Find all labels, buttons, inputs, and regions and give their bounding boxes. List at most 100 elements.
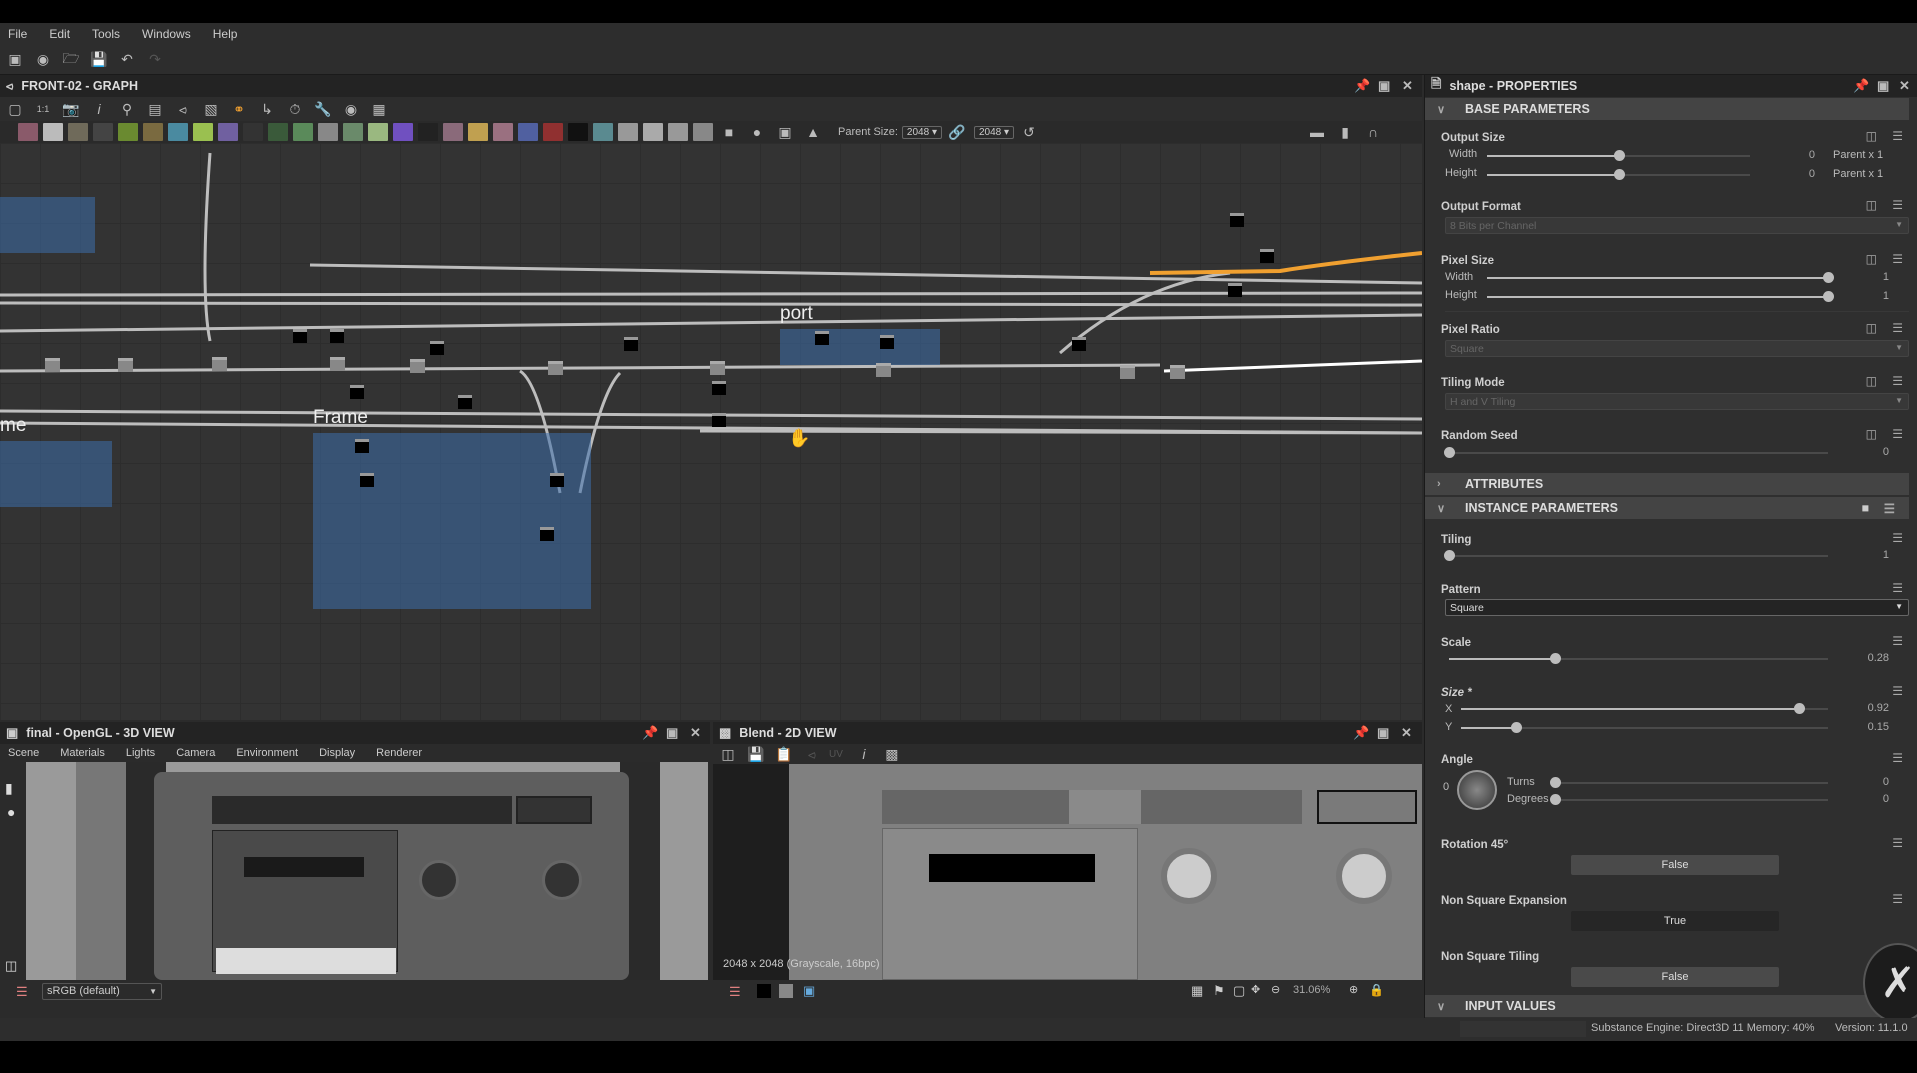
graph-node[interactable] bbox=[1170, 365, 1185, 379]
atomic-node-button[interactable] bbox=[418, 123, 438, 141]
graph-node[interactable] bbox=[712, 413, 726, 427]
navigation-icon[interactable]: ▲ bbox=[802, 121, 824, 143]
inheritance-icon[interactable]: ◫ bbox=[1866, 374, 1877, 388]
atomic-node-button[interactable] bbox=[293, 123, 313, 141]
light-bulb-icon[interactable]: ● bbox=[7, 804, 15, 820]
info-icon[interactable]: i bbox=[88, 98, 110, 120]
maximize-icon[interactable]: ▣ bbox=[1377, 725, 1389, 741]
atomic-node-button[interactable] bbox=[168, 123, 188, 141]
param-menu-icon[interactable]: ☰ bbox=[1892, 751, 1903, 765]
new-package-icon[interactable]: ▣ bbox=[4, 49, 26, 71]
tiling-value[interactable]: 1 bbox=[1849, 549, 1889, 561]
pivot-icon[interactable]: ⚑ bbox=[1213, 983, 1225, 999]
pixel-height-value[interactable]: 1 bbox=[1849, 290, 1889, 302]
pin-icon[interactable]: 📌 bbox=[1853, 78, 1869, 94]
atomic-node-button[interactable] bbox=[443, 123, 463, 141]
graph-node[interactable] bbox=[710, 361, 725, 375]
close-icon[interactable]: ✕ bbox=[1401, 725, 1412, 741]
pin-icon[interactable]: 📌 bbox=[642, 725, 658, 741]
param-menu-icon[interactable]: ☰ bbox=[1892, 836, 1903, 850]
menu-materials[interactable]: Materials bbox=[60, 747, 105, 759]
graph-node[interactable] bbox=[212, 357, 227, 371]
inheritance-icon[interactable]: ◫ bbox=[1866, 198, 1877, 212]
redo-icon[interactable]: ↷ bbox=[144, 49, 166, 71]
atomic-node-button[interactable] bbox=[18, 123, 38, 141]
graph-layout-icon[interactable]: ⪦ bbox=[172, 98, 194, 120]
slider-knob[interactable] bbox=[1823, 291, 1834, 302]
close-icon[interactable]: ✕ bbox=[690, 725, 701, 741]
histogram-icon[interactable]: ▩ bbox=[881, 743, 903, 765]
pattern-select[interactable]: Square ▼ bbox=[1445, 599, 1909, 616]
slider-knob[interactable] bbox=[1511, 722, 1523, 733]
timer-icon[interactable]: ⏱ bbox=[284, 98, 306, 120]
graph-node[interactable] bbox=[1260, 249, 1274, 263]
output-height-slider[interactable] bbox=[1487, 169, 1750, 180]
save-icon[interactable]: 💾 bbox=[88, 49, 110, 71]
param-menu-icon[interactable]: ☰ bbox=[1892, 374, 1903, 388]
param-menu-icon[interactable]: ☰ bbox=[1892, 427, 1903, 441]
stack-icon[interactable]: ▧ bbox=[200, 98, 222, 120]
connect-icon[interactable]: ↳ bbox=[256, 98, 278, 120]
reset-icon[interactable]: ↺ bbox=[1018, 121, 1040, 143]
scale-slider[interactable] bbox=[1449, 653, 1828, 664]
slider-knob[interactable] bbox=[1613, 150, 1625, 161]
param-menu-icon[interactable]: ☰ bbox=[1884, 501, 1895, 516]
maximize-icon[interactable]: ▣ bbox=[1877, 78, 1889, 94]
output-height-value[interactable]: 0 bbox=[1775, 168, 1815, 180]
atomic-node-button[interactable] bbox=[118, 123, 138, 141]
fit-icon[interactable]: ▢ bbox=[1233, 983, 1245, 999]
zoom-value[interactable]: 31.06% bbox=[1293, 984, 1330, 996]
tiling-mode-select[interactable]: H and V Tiling ▼ bbox=[1445, 393, 1909, 410]
size-x-value[interactable]: 0.92 bbox=[1849, 702, 1889, 714]
inheritance-icon[interactable]: ◫ bbox=[1866, 321, 1877, 335]
graph-node[interactable] bbox=[876, 363, 891, 377]
graph-node[interactable] bbox=[330, 329, 344, 343]
lock-icon[interactable]: 🔒 bbox=[1369, 983, 1384, 997]
output-width-value[interactable]: 0 bbox=[1775, 149, 1815, 161]
3d-viewport[interactable] bbox=[26, 762, 708, 980]
screenshot-icon[interactable]: 📷 bbox=[60, 98, 82, 120]
degrees-value[interactable]: 0 bbox=[1849, 793, 1889, 805]
zoom-in-icon[interactable]: ⊕ bbox=[1349, 983, 1358, 996]
graph-node[interactable] bbox=[548, 361, 563, 375]
menu-edit[interactable]: Edit bbox=[49, 27, 70, 41]
param-menu-icon[interactable]: ☰ bbox=[1892, 129, 1903, 143]
atomic-node-button[interactable] bbox=[193, 123, 213, 141]
graph-node[interactable] bbox=[293, 329, 307, 343]
graph-node[interactable] bbox=[815, 331, 829, 345]
graph-node[interactable] bbox=[1228, 283, 1242, 297]
layers-icon[interactable]: ☰ bbox=[16, 984, 28, 1000]
frame-left[interactable] bbox=[0, 441, 112, 507]
output-width-slider[interactable] bbox=[1487, 150, 1750, 161]
atomic-node-button[interactable] bbox=[693, 123, 713, 141]
random-seed-slider[interactable] bbox=[1444, 447, 1828, 458]
section-instance-parameters[interactable]: ∨ INSTANCE PARAMETERS ☰ ■ bbox=[1425, 497, 1909, 519]
graph-node[interactable] bbox=[350, 385, 364, 399]
slider-knob[interactable] bbox=[1444, 550, 1455, 561]
menu-renderer[interactable]: Renderer bbox=[376, 747, 422, 759]
inheritance-icon[interactable]: ◫ bbox=[1866, 129, 1877, 143]
scene-tree-icon[interactable]: ◫ bbox=[5, 958, 17, 974]
grid-icon[interactable]: ▦ bbox=[1191, 983, 1203, 999]
layers-icon[interactable]: ☰ bbox=[729, 984, 741, 1000]
size-y-value[interactable]: 0.15 bbox=[1849, 721, 1889, 733]
parent-size-height-select[interactable]: 2048 ▾ bbox=[973, 125, 1015, 139]
pixel-ratio-select[interactable]: Square ▼ bbox=[1445, 340, 1909, 357]
snap-icon[interactable]: ▮ bbox=[1334, 121, 1356, 143]
atomic-node-button[interactable] bbox=[93, 123, 113, 141]
menu-camera[interactable]: Camera bbox=[176, 747, 215, 759]
atomic-node-button[interactable] bbox=[568, 123, 588, 141]
atomic-node-button[interactable] bbox=[468, 123, 488, 141]
inheritance-icon[interactable]: ◫ bbox=[1866, 427, 1877, 441]
atomic-node-button[interactable] bbox=[218, 123, 238, 141]
frame-main[interactable] bbox=[313, 433, 591, 609]
slider-knob[interactable] bbox=[1793, 703, 1805, 714]
param-menu-icon[interactable]: ☰ bbox=[1892, 321, 1903, 335]
menu-file[interactable]: File bbox=[8, 27, 27, 41]
degrees-slider[interactable] bbox=[1550, 794, 1828, 805]
section-attributes[interactable]: › ATTRIBUTES bbox=[1425, 473, 1909, 495]
maximize-icon[interactable]: ▣ bbox=[666, 725, 678, 741]
section-base-parameters[interactable]: ∨ BASE PARAMETERS bbox=[1425, 98, 1909, 120]
param-menu-icon[interactable]: ☰ bbox=[1892, 684, 1903, 698]
info-icon[interactable]: i bbox=[853, 743, 875, 765]
